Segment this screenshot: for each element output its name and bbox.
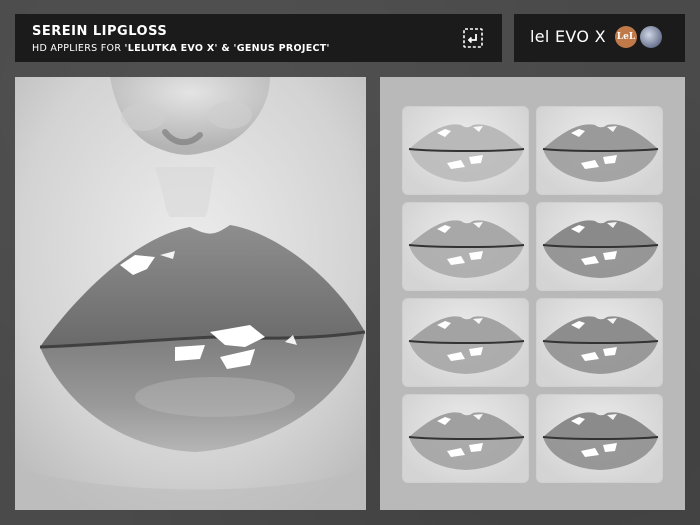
redeliver-icon[interactable] bbox=[461, 26, 485, 50]
subtitle-compat: 'LELUTKA EVO X' & 'GENUS PROJECT' bbox=[124, 43, 330, 54]
lips-thumbnail bbox=[408, 412, 525, 470]
swatch-shade-7[interactable] bbox=[402, 394, 529, 483]
lips-thumbnail bbox=[408, 220, 525, 278]
brand-text: lel EVO X bbox=[530, 27, 606, 46]
main-lips-photo bbox=[15, 77, 366, 510]
product-title: SEREIN LIPGLOSS bbox=[32, 24, 168, 39]
lips-thumbnail bbox=[408, 316, 525, 374]
subtitle-prefix: HD APPLIERS FOR bbox=[32, 43, 125, 54]
swatch-shade-1[interactable] bbox=[402, 106, 529, 195]
swatch-shade-4[interactable] bbox=[536, 202, 663, 291]
lips-thumbnail bbox=[408, 124, 525, 182]
swatch-shade-2[interactable] bbox=[536, 106, 663, 195]
lips-thumbnail bbox=[542, 316, 659, 374]
swatch-shade-5[interactable] bbox=[402, 298, 529, 387]
swatch-shade-6[interactable] bbox=[536, 298, 663, 387]
lips-thumbnail bbox=[542, 220, 659, 278]
swatch-shade-3[interactable] bbox=[402, 202, 529, 291]
swatch-grid bbox=[380, 77, 685, 510]
brand-bar: lel EVO X LeL bbox=[514, 14, 685, 62]
lips-thumbnail bbox=[542, 412, 659, 470]
lips-thumbnail bbox=[542, 124, 659, 182]
lelutka-logo: LeL bbox=[615, 26, 637, 48]
lelutka-logo-text: LeL bbox=[616, 32, 636, 42]
product-subtitle: HD APPLIERS FOR 'LELUTKA EVO X' & 'GENUS… bbox=[32, 43, 330, 54]
lips-closeup-illustration bbox=[15, 77, 366, 510]
swatch-shade-8[interactable] bbox=[536, 394, 663, 483]
title-bar: SEREIN LIPGLOSS HD APPLIERS FOR 'LELUTKA… bbox=[15, 14, 502, 62]
genus-logo bbox=[640, 26, 662, 48]
